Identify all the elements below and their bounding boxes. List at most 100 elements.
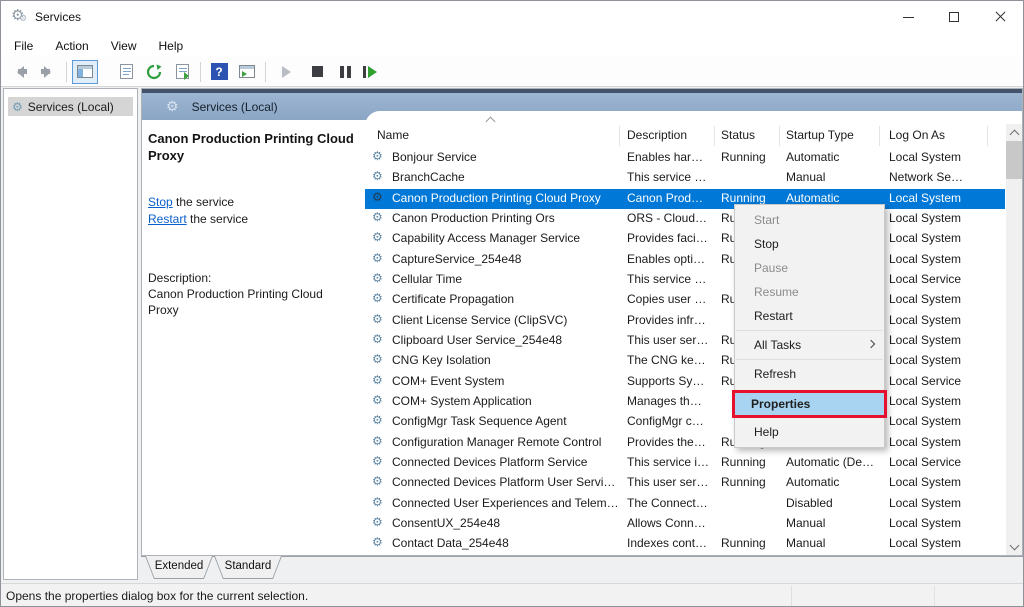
chevron-down-icon	[1011, 542, 1018, 549]
column-divider[interactable]	[879, 126, 880, 146]
console-tree-panel: ⚙ Services (Local)	[3, 88, 138, 580]
table-row[interactable]: ⚙Contact Data_254e48Indexes cont…Running…	[365, 534, 1005, 554]
table-row[interactable]: ⚙COM+ System ApplicationManages th…Local…	[365, 392, 1005, 412]
cell-name: Canon Production Printing Ors	[392, 211, 620, 225]
services-window: ⚙ ⚙ Services File Action View Help	[0, 0, 1024, 607]
cell-name: Connected Devices Platform User Servi…	[392, 475, 620, 489]
cell-startup-type: Automatic	[786, 191, 886, 205]
cell-description: The Connect…	[627, 496, 719, 510]
menu-item-properties[interactable]: Properties	[735, 393, 884, 415]
tab-standard-label: Standard	[214, 560, 282, 572]
export-list-button[interactable]	[169, 60, 195, 84]
tree-item-services-local[interactable]: ⚙ Services (Local)	[8, 97, 133, 116]
cell-description: Provides the…	[627, 435, 719, 449]
annotation-red-box: Properties	[732, 390, 887, 418]
tab-standard[interactable]: Standard	[214, 556, 282, 579]
scrollbar-thumb[interactable]	[1006, 141, 1022, 179]
cell-log-on-as: Local System	[889, 252, 1001, 266]
back-button[interactable]	[7, 60, 33, 84]
restart-service-link[interactable]: Restart	[148, 212, 187, 226]
cell-description: Manages th…	[627, 394, 719, 408]
column-divider[interactable]	[714, 126, 715, 146]
cell-description: Enables har…	[627, 150, 719, 164]
column-divider[interactable]	[987, 126, 988, 146]
main-panel: ⚙ Services (Local) Canon Production Prin…	[141, 88, 1023, 556]
cell-name: Connected Devices Platform Service	[392, 455, 620, 469]
minimize-button[interactable]	[885, 1, 931, 33]
table-row[interactable]: ⚙Configuration Manager Remote ControlPro…	[365, 433, 1005, 453]
restart-service-button[interactable]	[360, 60, 386, 84]
table-row[interactable]: ⚙COM+ Event SystemSupports Sy…RunningLoc…	[365, 372, 1005, 392]
service-gear-icon: ⚙	[372, 149, 383, 163]
pause-service-button[interactable]	[332, 60, 358, 84]
chevron-up-icon	[1011, 131, 1018, 138]
service-gear-icon: ⚙	[372, 454, 383, 468]
scroll-up-button[interactable]	[1006, 124, 1022, 141]
tab-extended[interactable]: Extended	[145, 556, 213, 579]
table-row[interactable]: ⚙Canon Production Printing OrsORS - Clou…	[365, 209, 1005, 229]
menu-item-help[interactable]: Help	[735, 420, 884, 444]
menu-item-restart[interactable]: Restart	[735, 304, 884, 328]
menu-item-stop[interactable]: Stop	[735, 232, 884, 256]
menu-item-pause: Pause	[735, 256, 884, 280]
cell-log-on-as: Local System	[889, 353, 1001, 367]
menu-action[interactable]: Action	[44, 36, 99, 56]
maximize-icon	[949, 12, 959, 22]
column-header-log-on-as[interactable]: Log On As	[889, 128, 945, 142]
table-row[interactable]: ⚙CNG Key IsolationThe CNG ke…RunningLoca…	[365, 351, 1005, 371]
table-row[interactable]: ⚙BranchCacheThis service …ManualNetwork …	[365, 168, 1005, 188]
column-headers: Name Description Status Startup Type Log On …	[365, 124, 1006, 148]
show-console-tree-button[interactable]	[72, 60, 98, 84]
table-row[interactable]: ⚙Cellular TimeThis service …Local Servic…	[365, 270, 1005, 290]
selected-service-title: Canon Production Printing Cloud Proxy	[148, 130, 364, 164]
menu-help[interactable]: Help	[148, 36, 195, 56]
menu-view[interactable]: View	[100, 36, 148, 56]
table-row[interactable]: ⚙CaptureService_254e48Enables opti…Runni…	[365, 250, 1005, 270]
service-gear-icon: ⚙	[372, 332, 383, 346]
show-action-pane-button[interactable]	[234, 60, 260, 84]
minimize-icon	[903, 17, 914, 18]
column-header-description[interactable]: Description	[627, 128, 687, 142]
table-row[interactable]: ⚙Capability Access Manager ServiceProvid…	[365, 229, 1005, 249]
menu-item-refresh[interactable]: Refresh	[735, 362, 884, 386]
forward-button[interactable]	[35, 60, 61, 84]
table-row[interactable]: ⚙Client License Service (ClipSVC)Provide…	[365, 311, 1005, 331]
column-divider[interactable]	[779, 126, 780, 146]
help-button[interactable]: ?	[206, 60, 232, 84]
stop-service-button[interactable]	[304, 60, 330, 84]
table-row[interactable]: ⚙Connected Devices Platform User Servi…T…	[365, 473, 1005, 493]
column-header-status[interactable]: Status	[721, 128, 755, 142]
cell-description: Provides faci…	[627, 231, 719, 245]
properties-toolbar-button[interactable]	[113, 60, 139, 84]
column-divider[interactable]	[619, 126, 620, 146]
cell-startup-type: Automatic (De…	[786, 455, 886, 469]
column-header-startup-type[interactable]: Startup Type	[786, 128, 854, 142]
cell-description: This user ser…	[627, 333, 719, 347]
cell-description: The CNG ke…	[627, 353, 719, 367]
table-row[interactable]: ⚙Connected User Experiences and Telem…Th…	[365, 494, 1005, 514]
table-row[interactable]: ⚙ConsentUX_254e48Allows Conn…ManualLocal…	[365, 514, 1005, 534]
restart-service-icon	[363, 66, 383, 78]
stop-service-link[interactable]: Stop	[148, 195, 173, 209]
menu-item-all-tasks[interactable]: All Tasks	[735, 333, 884, 357]
menu-file[interactable]: File	[3, 36, 44, 56]
close-button[interactable]	[977, 1, 1023, 33]
table-row[interactable]: ⚙Certificate PropagationCopies user …Run…	[365, 290, 1005, 310]
restart-link-suffix: the service	[187, 212, 248, 226]
table-row[interactable]: ⚙Clipboard User Service_254e48This user …	[365, 331, 1005, 351]
service-gear-icon: ⚙	[372, 230, 383, 244]
table-row[interactable]: ⚙Canon Production Printing Cloud ProxyCa…	[365, 189, 1005, 209]
table-row[interactable]: ⚙Connected Devices Platform ServiceThis …	[365, 453, 1005, 473]
cell-description: Canon Prod…	[627, 191, 719, 205]
table-row[interactable]: ⚙ConfigMgr Task Sequence AgentConfigMgr …	[365, 412, 1005, 432]
context-menu: StartStopPauseResumeRestartAll TasksRefr…	[734, 204, 885, 448]
start-service-button[interactable]	[276, 60, 302, 84]
scroll-down-button[interactable]	[1006, 538, 1022, 555]
vertical-scrollbar[interactable]	[1006, 124, 1022, 555]
column-header-name[interactable]: Name	[377, 128, 409, 142]
refresh-button[interactable]	[141, 60, 167, 84]
maximize-button[interactable]	[931, 1, 977, 33]
service-gear-icon: ⚙	[372, 312, 383, 326]
stop-link-suffix: the service	[173, 195, 234, 209]
table-row[interactable]: ⚙Bonjour ServiceEnables har…RunningAutom…	[365, 148, 1005, 168]
